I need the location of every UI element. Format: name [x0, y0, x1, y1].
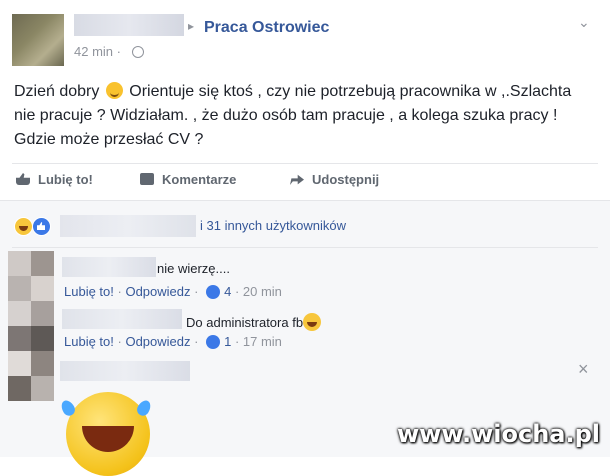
author-avatar[interactable]: [12, 14, 64, 66]
comment-text: nie wierzę....: [157, 261, 230, 276]
comment-like-count[interactable]: 1: [224, 334, 231, 349]
like-reaction-icon: [206, 335, 221, 349]
share-button[interactable]: Udostępnij: [290, 172, 379, 187]
post-body: Dzień dobry Orientuje się ktoś , czy nie…: [14, 80, 594, 152]
post-timestamp[interactable]: 42 min ·: [74, 44, 121, 59]
comment-author-blurred[interactable]: [60, 361, 190, 381]
laugh-emoji-icon: [303, 313, 322, 331]
comment-time[interactable]: 20 min: [243, 284, 282, 299]
comment-author-blurred[interactable]: [62, 309, 182, 329]
reactors-count-link[interactable]: i 31 innych użytkowników: [200, 218, 346, 233]
share-button-label: Udostępnij: [312, 172, 380, 187]
comment-meta: Lubię to! · Odpowiedz · 1 · 17 min: [64, 334, 282, 349]
comment-time[interactable]: 17 min: [243, 334, 282, 349]
comment-like-link[interactable]: Lubię to!: [64, 334, 114, 349]
comment-like-link[interactable]: Lubię to!: [64, 284, 114, 299]
comment-reply-link[interactable]: Odpowiedz: [125, 284, 190, 299]
like-reaction-icon: [32, 217, 51, 236]
divider: [12, 163, 598, 164]
commenter-avatars-blurred[interactable]: [8, 251, 54, 401]
laughing-emoji-icon: [66, 392, 150, 476]
comment-button-label: Komentarze: [162, 172, 237, 187]
arrow-right-icon: ▸: [188, 19, 195, 33]
smile-emoji-icon: [105, 82, 123, 99]
haha-reaction-icon: [14, 217, 33, 236]
like-reaction-icon: [206, 285, 221, 299]
comment-author-blurred[interactable]: [62, 257, 156, 277]
comment-meta: Lubię to! · Odpowiedz · 4 · 20 min: [64, 284, 282, 299]
thumbs-up-icon: [16, 173, 30, 185]
chevron-down-icon[interactable]: ⌄: [578, 14, 590, 31]
post-card: ▸ Praca Ostrowiec ⌄ 42 min · Dzień dobry…: [0, 0, 610, 200]
reactor-names-blurred[interactable]: [60, 215, 196, 237]
like-button[interactable]: Lubię to!: [16, 172, 93, 187]
close-icon[interactable]: ×: [578, 359, 589, 380]
comment-like-count[interactable]: 4: [224, 284, 231, 299]
post-actions-bar: Lubię to! Komentarze Udostępnij: [0, 172, 610, 192]
comment-text: Do administratora fb: [186, 313, 322, 331]
author-name-blurred[interactable]: [74, 14, 184, 36]
comment-button[interactable]: Komentarze: [140, 172, 236, 187]
globe-icon: [132, 46, 144, 58]
comment-icon: [140, 173, 154, 185]
post-text-greeting: Dzień dobry: [14, 83, 100, 100]
like-button-label: Lubię to!: [38, 172, 93, 187]
comment-text-content: Do administratora fb: [186, 315, 304, 330]
group-name-link[interactable]: Praca Ostrowiec: [204, 19, 329, 37]
share-icon: [290, 174, 304, 185]
comment-reply-link[interactable]: Odpowiedz: [125, 334, 190, 349]
divider: [12, 247, 598, 248]
site-watermark: www.wiocha.pl: [396, 420, 600, 448]
